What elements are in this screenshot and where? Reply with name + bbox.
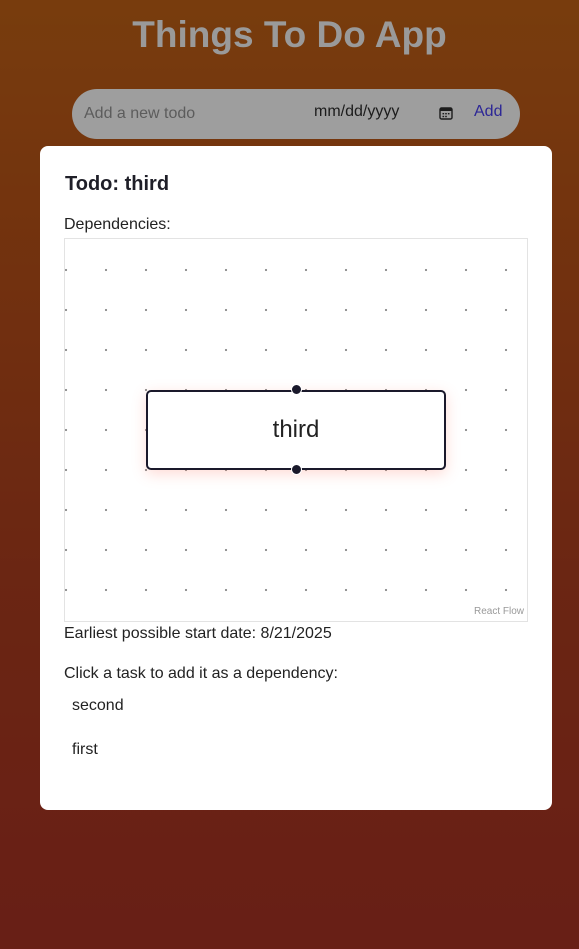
- modal-title: Todo: third: [65, 173, 170, 195]
- candidate-task-list: second first: [72, 697, 124, 785]
- dependency-graph[interactable]: third React Flow: [64, 238, 528, 622]
- todo-detail-modal: Todo: third Dependencies: third React Fl…: [40, 146, 552, 810]
- app-title: Things To Do App: [132, 14, 447, 55]
- dependencies-label: Dependencies:: [64, 216, 171, 233]
- add-dependency-hint: Click a task to add it as a dependency:: [64, 665, 338, 682]
- add-todo-bar: mm/dd/yyyy Add: [72, 89, 520, 139]
- candidate-task-second[interactable]: second: [72, 697, 124, 741]
- add-todo-button[interactable]: Add: [474, 103, 502, 121]
- flow-node-label: third: [272, 416, 320, 443]
- target-handle[interactable]: [291, 384, 302, 395]
- react-flow-attribution[interactable]: React Flow: [473, 606, 524, 617]
- calendar-icon[interactable]: [439, 106, 453, 120]
- due-date-input[interactable]: mm/dd/yyyy: [314, 103, 399, 121]
- earliest-start-date: Earliest possible start date: 8/21/2025: [64, 625, 332, 642]
- new-todo-input[interactable]: [84, 102, 294, 126]
- flow-node-third[interactable]: third: [146, 390, 446, 470]
- candidate-task-first[interactable]: first: [72, 741, 124, 785]
- source-handle[interactable]: [291, 464, 302, 475]
